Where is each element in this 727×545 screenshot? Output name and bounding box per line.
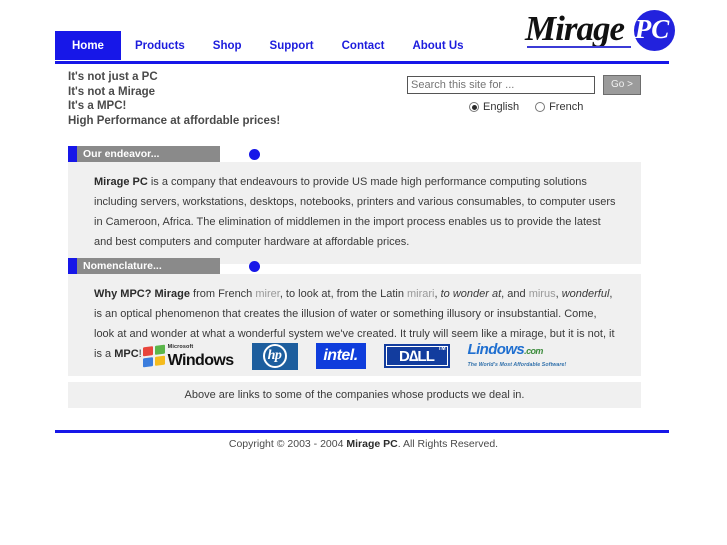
panel-bullet-dot-icon [249,149,260,160]
header-divider [55,61,669,64]
panel-accent-tab [68,258,77,274]
hp-circle-shape: hp [262,344,287,368]
tagline-block: It's not just a PC It's not a Mirage It'… [68,70,388,128]
panel-header-nomenclature: Nomenclature... [68,258,260,274]
partner-link-hp[interactable]: hp [251,342,298,370]
windows-logo-icon: Microsoft Windows [142,343,234,369]
nomenclature-word-mirari: mirari [407,288,435,300]
nav-item-home[interactable]: Home [55,31,121,60]
panel-header-our-endeavor: Our endeavor... [68,146,260,162]
page-root: Mirage PC Home Products Shop Support Con… [0,0,727,545]
nav-item-shop[interactable]: Shop [199,31,256,60]
dell-logo-text: D∆LL [398,347,435,365]
panel-lead-our-endeavor: Mirage PC [94,176,148,188]
logo-wordmark: Mirage [525,9,625,48]
panel-title-nomenclature: Nomenclature... [83,260,162,272]
nomenclature-italic-wonderful: wonderful [561,288,610,300]
nav-item-about-us[interactable]: About Us [398,31,477,60]
intel-logo-text: intel. [323,347,358,364]
partner-link-intel[interactable]: intel. [315,343,366,369]
tagline-line-4: High Performance at affordable prices! [68,114,281,127]
search-row: Go > [407,75,652,95]
radio-icon-french[interactable] [535,102,546,112]
nav-list: Home Products Shop Support Contact About… [55,31,478,60]
language-selector: English French [469,101,652,113]
lindows-dotcom: .com [524,346,543,356]
panel-title-our-endeavor: Our endeavor... [83,148,160,160]
nomenclature-lead: Why MPC? Mirage [94,288,190,300]
nomenclature-seg-4: , and [501,288,529,300]
nav-item-products[interactable]: Products [121,31,199,60]
intel-logo-icon: intel. [315,343,366,369]
footer-copyright: Copyright © 2003 - 2004 Mirage PC. All R… [0,438,727,450]
language-option-french[interactable]: French [535,101,583,113]
windows-logo-text: Microsoft Windows [168,343,234,369]
language-option-english[interactable]: English [469,101,519,113]
site-search: Go > English French [407,75,652,113]
search-go-button[interactable]: Go > [603,75,641,95]
windows-brand-microsoft: Microsoft [167,344,194,350]
copyright-suffix: . All Rights Reserved. [397,438,499,450]
nomenclature-word-mirer: mirer [255,288,280,300]
panel-accent-tab [68,146,77,162]
footer-divider [55,430,669,433]
logo-badge-text: PC [634,14,670,44]
panel-text-our-endeavor: is a company that endeavours to provide … [94,176,616,248]
partner-logo-row: Microsoft Windows hp intel. D∆LL TM Lind… [68,338,641,374]
partner-link-microsoft-windows[interactable]: Microsoft Windows [142,343,234,369]
dell-logo-icon: D∆LL TM [383,344,450,368]
hp-logo-icon: hp [251,342,298,370]
tagline-line-1: It's not just a PC [68,71,158,83]
lindows-logo-icon: Lindows.com The World's Most Affordable … [468,342,567,370]
nav-item-contact[interactable]: Contact [328,31,399,60]
panel-body-our-endeavor: Mirage PC is a company that endeavours t… [68,162,641,264]
copyright-prefix: Copyright © 2003 - 2004 [228,438,347,450]
tagline-line-3: It's a MPC! [68,100,127,113]
copyright-brand: Mirage PC [346,438,398,450]
partner-logos-section: Microsoft Windows hp intel. D∆LL TM Lind… [68,338,641,408]
panel-our-endeavor: Our endeavor... Mirage PC is a company t… [68,146,641,264]
search-input[interactable] [407,76,595,94]
partner-link-dell[interactable]: D∆LL TM [383,344,450,368]
nomenclature-word-mirus: mirus [528,288,556,300]
nomenclature-seg-2: , to look at, from the Latin [279,288,407,300]
partner-link-lindows[interactable]: Lindows.com The World's Most Affordable … [468,342,567,370]
language-label-french: French [549,101,584,113]
site-logo[interactable]: Mirage PC [525,8,675,54]
lindows-name: Lindows [467,341,525,358]
partner-caption: Above are links to some of the companies… [68,382,641,408]
language-label-english: English [483,101,520,113]
hp-logo-text: hp [267,348,282,363]
lindows-logo-text: Lindows.com [468,342,567,359]
logo-underline [527,46,631,48]
tagline-line-2: It's not a Mirage [68,85,156,98]
windows-brand-windows: Windows [167,352,234,369]
windows-flag-icon [142,344,165,368]
lindows-tagline: The World's Most Affordable Software! [467,362,567,368]
nomenclature-italic-to-wonder-at: to wonder at [440,288,502,300]
panel-bullet-dot-icon [249,261,260,272]
dell-trademark-icon: TM [438,346,446,352]
nomenclature-seg-1: from French [189,288,256,300]
site-header: Mirage PC Home Products Shop Support Con… [0,0,727,64]
radio-icon-english[interactable] [469,102,479,112]
main-navigation: Home Products Shop Support Contact About… [55,31,478,60]
nav-item-support[interactable]: Support [256,31,328,60]
